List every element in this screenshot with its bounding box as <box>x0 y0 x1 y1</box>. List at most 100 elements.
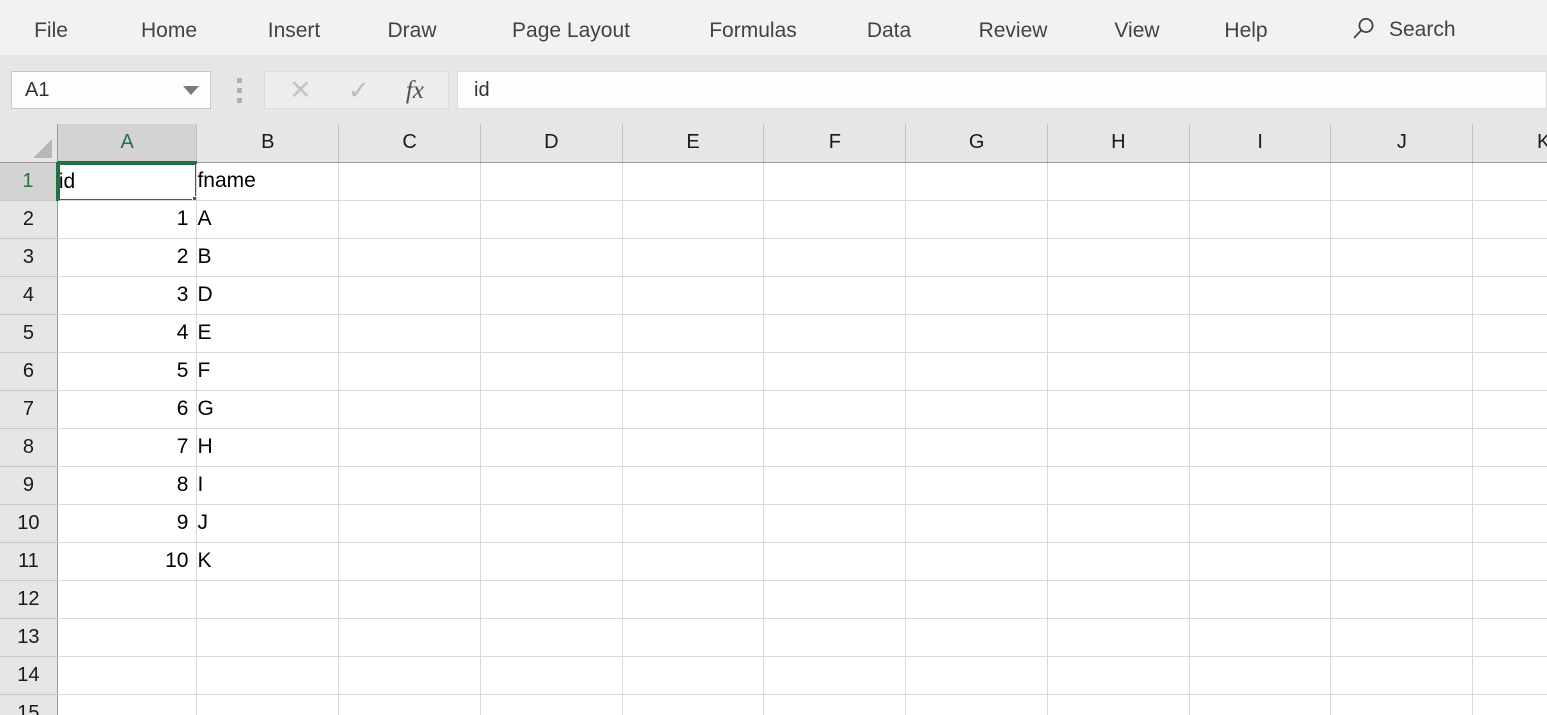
cell-I5[interactable] <box>1189 314 1331 352</box>
cell-A15[interactable] <box>57 694 197 715</box>
cancel-entry-icon[interactable]: ✕ <box>289 77 312 104</box>
cell-A7[interactable]: 6 <box>57 390 197 428</box>
cell-C12[interactable] <box>339 580 481 618</box>
cell-K3[interactable] <box>1473 238 1547 276</box>
cell-A10[interactable]: 9 <box>57 504 197 542</box>
row-header-7[interactable]: 7 <box>0 390 57 428</box>
row-header-6[interactable]: 6 <box>0 352 57 390</box>
row-header-12[interactable]: 12 <box>0 580 57 618</box>
cell-G11[interactable] <box>906 542 1048 580</box>
cell-A8[interactable]: 7 <box>57 428 197 466</box>
name-box[interactable]: A1 <box>11 71 211 109</box>
cell-E7[interactable] <box>622 390 764 428</box>
cell-H11[interactable] <box>1047 542 1189 580</box>
cell-E15[interactable] <box>622 694 764 715</box>
cell-B1[interactable]: fname <box>197 162 339 200</box>
cell-I3[interactable] <box>1189 238 1331 276</box>
cell-D15[interactable] <box>480 694 622 715</box>
cell-C6[interactable] <box>339 352 481 390</box>
cell-G5[interactable] <box>906 314 1048 352</box>
cell-C1[interactable] <box>339 162 481 200</box>
row-header-3[interactable]: 3 <box>0 238 57 276</box>
cell-H4[interactable] <box>1047 276 1189 314</box>
cell-J12[interactable] <box>1331 580 1473 618</box>
column-header-J[interactable]: J <box>1331 124 1473 162</box>
column-header-E[interactable]: E <box>622 124 764 162</box>
cell-H9[interactable] <box>1047 466 1189 504</box>
cell-A9[interactable]: 8 <box>57 466 197 504</box>
ribbon-tab-file[interactable]: File <box>30 14 72 47</box>
cell-G13[interactable] <box>906 618 1048 656</box>
cell-H8[interactable] <box>1047 428 1189 466</box>
cell-D11[interactable] <box>480 542 622 580</box>
cell-D2[interactable] <box>480 200 622 238</box>
cell-F2[interactable] <box>764 200 906 238</box>
cell-D12[interactable] <box>480 580 622 618</box>
row-header-1[interactable]: 1 <box>0 162 57 200</box>
cell-D7[interactable] <box>480 390 622 428</box>
cell-C5[interactable] <box>339 314 481 352</box>
cell-I9[interactable] <box>1189 466 1331 504</box>
cell-I13[interactable] <box>1189 618 1331 656</box>
cell-I4[interactable] <box>1189 276 1331 314</box>
cell-K12[interactable] <box>1473 580 1547 618</box>
cell-K9[interactable] <box>1473 466 1547 504</box>
cell-E9[interactable] <box>622 466 764 504</box>
cell-E2[interactable] <box>622 200 764 238</box>
cell-I11[interactable] <box>1189 542 1331 580</box>
cell-I8[interactable] <box>1189 428 1331 466</box>
cell-G4[interactable] <box>906 276 1048 314</box>
cell-B3[interactable]: B <box>197 238 339 276</box>
cell-J4[interactable] <box>1331 276 1473 314</box>
column-header-A[interactable]: A <box>57 124 197 162</box>
cell-B5[interactable]: E <box>197 314 339 352</box>
cell-B8[interactable]: H <box>197 428 339 466</box>
cell-H1[interactable] <box>1047 162 1189 200</box>
row-header-4[interactable]: 4 <box>0 276 57 314</box>
cell-C15[interactable] <box>339 694 481 715</box>
column-header-G[interactable]: G <box>906 124 1048 162</box>
cell-K15[interactable] <box>1473 694 1547 715</box>
cell-J13[interactable] <box>1331 618 1473 656</box>
cell-J3[interactable] <box>1331 238 1473 276</box>
ribbon-tab-data[interactable]: Data <box>863 14 915 47</box>
cell-E10[interactable] <box>622 504 764 542</box>
cell-G12[interactable] <box>906 580 1048 618</box>
cell-A3[interactable]: 2 <box>57 238 197 276</box>
cell-D10[interactable] <box>480 504 622 542</box>
cell-A5[interactable]: 4 <box>57 314 197 352</box>
cell-B11[interactable]: K <box>197 542 339 580</box>
row-header-14[interactable]: 14 <box>0 656 57 694</box>
cell-D9[interactable] <box>480 466 622 504</box>
cell-B2[interactable]: A <box>197 200 339 238</box>
cell-D6[interactable] <box>480 352 622 390</box>
cell-D1[interactable] <box>480 162 622 200</box>
cell-F4[interactable] <box>764 276 906 314</box>
cell-C13[interactable] <box>339 618 481 656</box>
cell-G1[interactable] <box>906 162 1048 200</box>
ribbon-tab-formulas[interactable]: Formulas <box>705 14 801 47</box>
cell-K10[interactable] <box>1473 504 1547 542</box>
cell-J5[interactable] <box>1331 314 1473 352</box>
row-header-5[interactable]: 5 <box>0 314 57 352</box>
cell-K4[interactable] <box>1473 276 1547 314</box>
cell-B7[interactable]: G <box>197 390 339 428</box>
cell-B14[interactable] <box>197 656 339 694</box>
row-header-2[interactable]: 2 <box>0 200 57 238</box>
cell-D13[interactable] <box>480 618 622 656</box>
cell-E6[interactable] <box>622 352 764 390</box>
row-header-13[interactable]: 13 <box>0 618 57 656</box>
cell-E1[interactable] <box>622 162 764 200</box>
cell-B6[interactable]: F <box>197 352 339 390</box>
ribbon-tab-home[interactable]: Home <box>137 14 201 47</box>
cell-H5[interactable] <box>1047 314 1189 352</box>
cell-D4[interactable] <box>480 276 622 314</box>
cell-J6[interactable] <box>1331 352 1473 390</box>
cell-D5[interactable] <box>480 314 622 352</box>
column-header-H[interactable]: H <box>1047 124 1189 162</box>
cell-J2[interactable] <box>1331 200 1473 238</box>
cell-K8[interactable] <box>1473 428 1547 466</box>
ribbon-tab-view[interactable]: View <box>1110 14 1163 47</box>
cell-F13[interactable] <box>764 618 906 656</box>
cell-F12[interactable] <box>764 580 906 618</box>
